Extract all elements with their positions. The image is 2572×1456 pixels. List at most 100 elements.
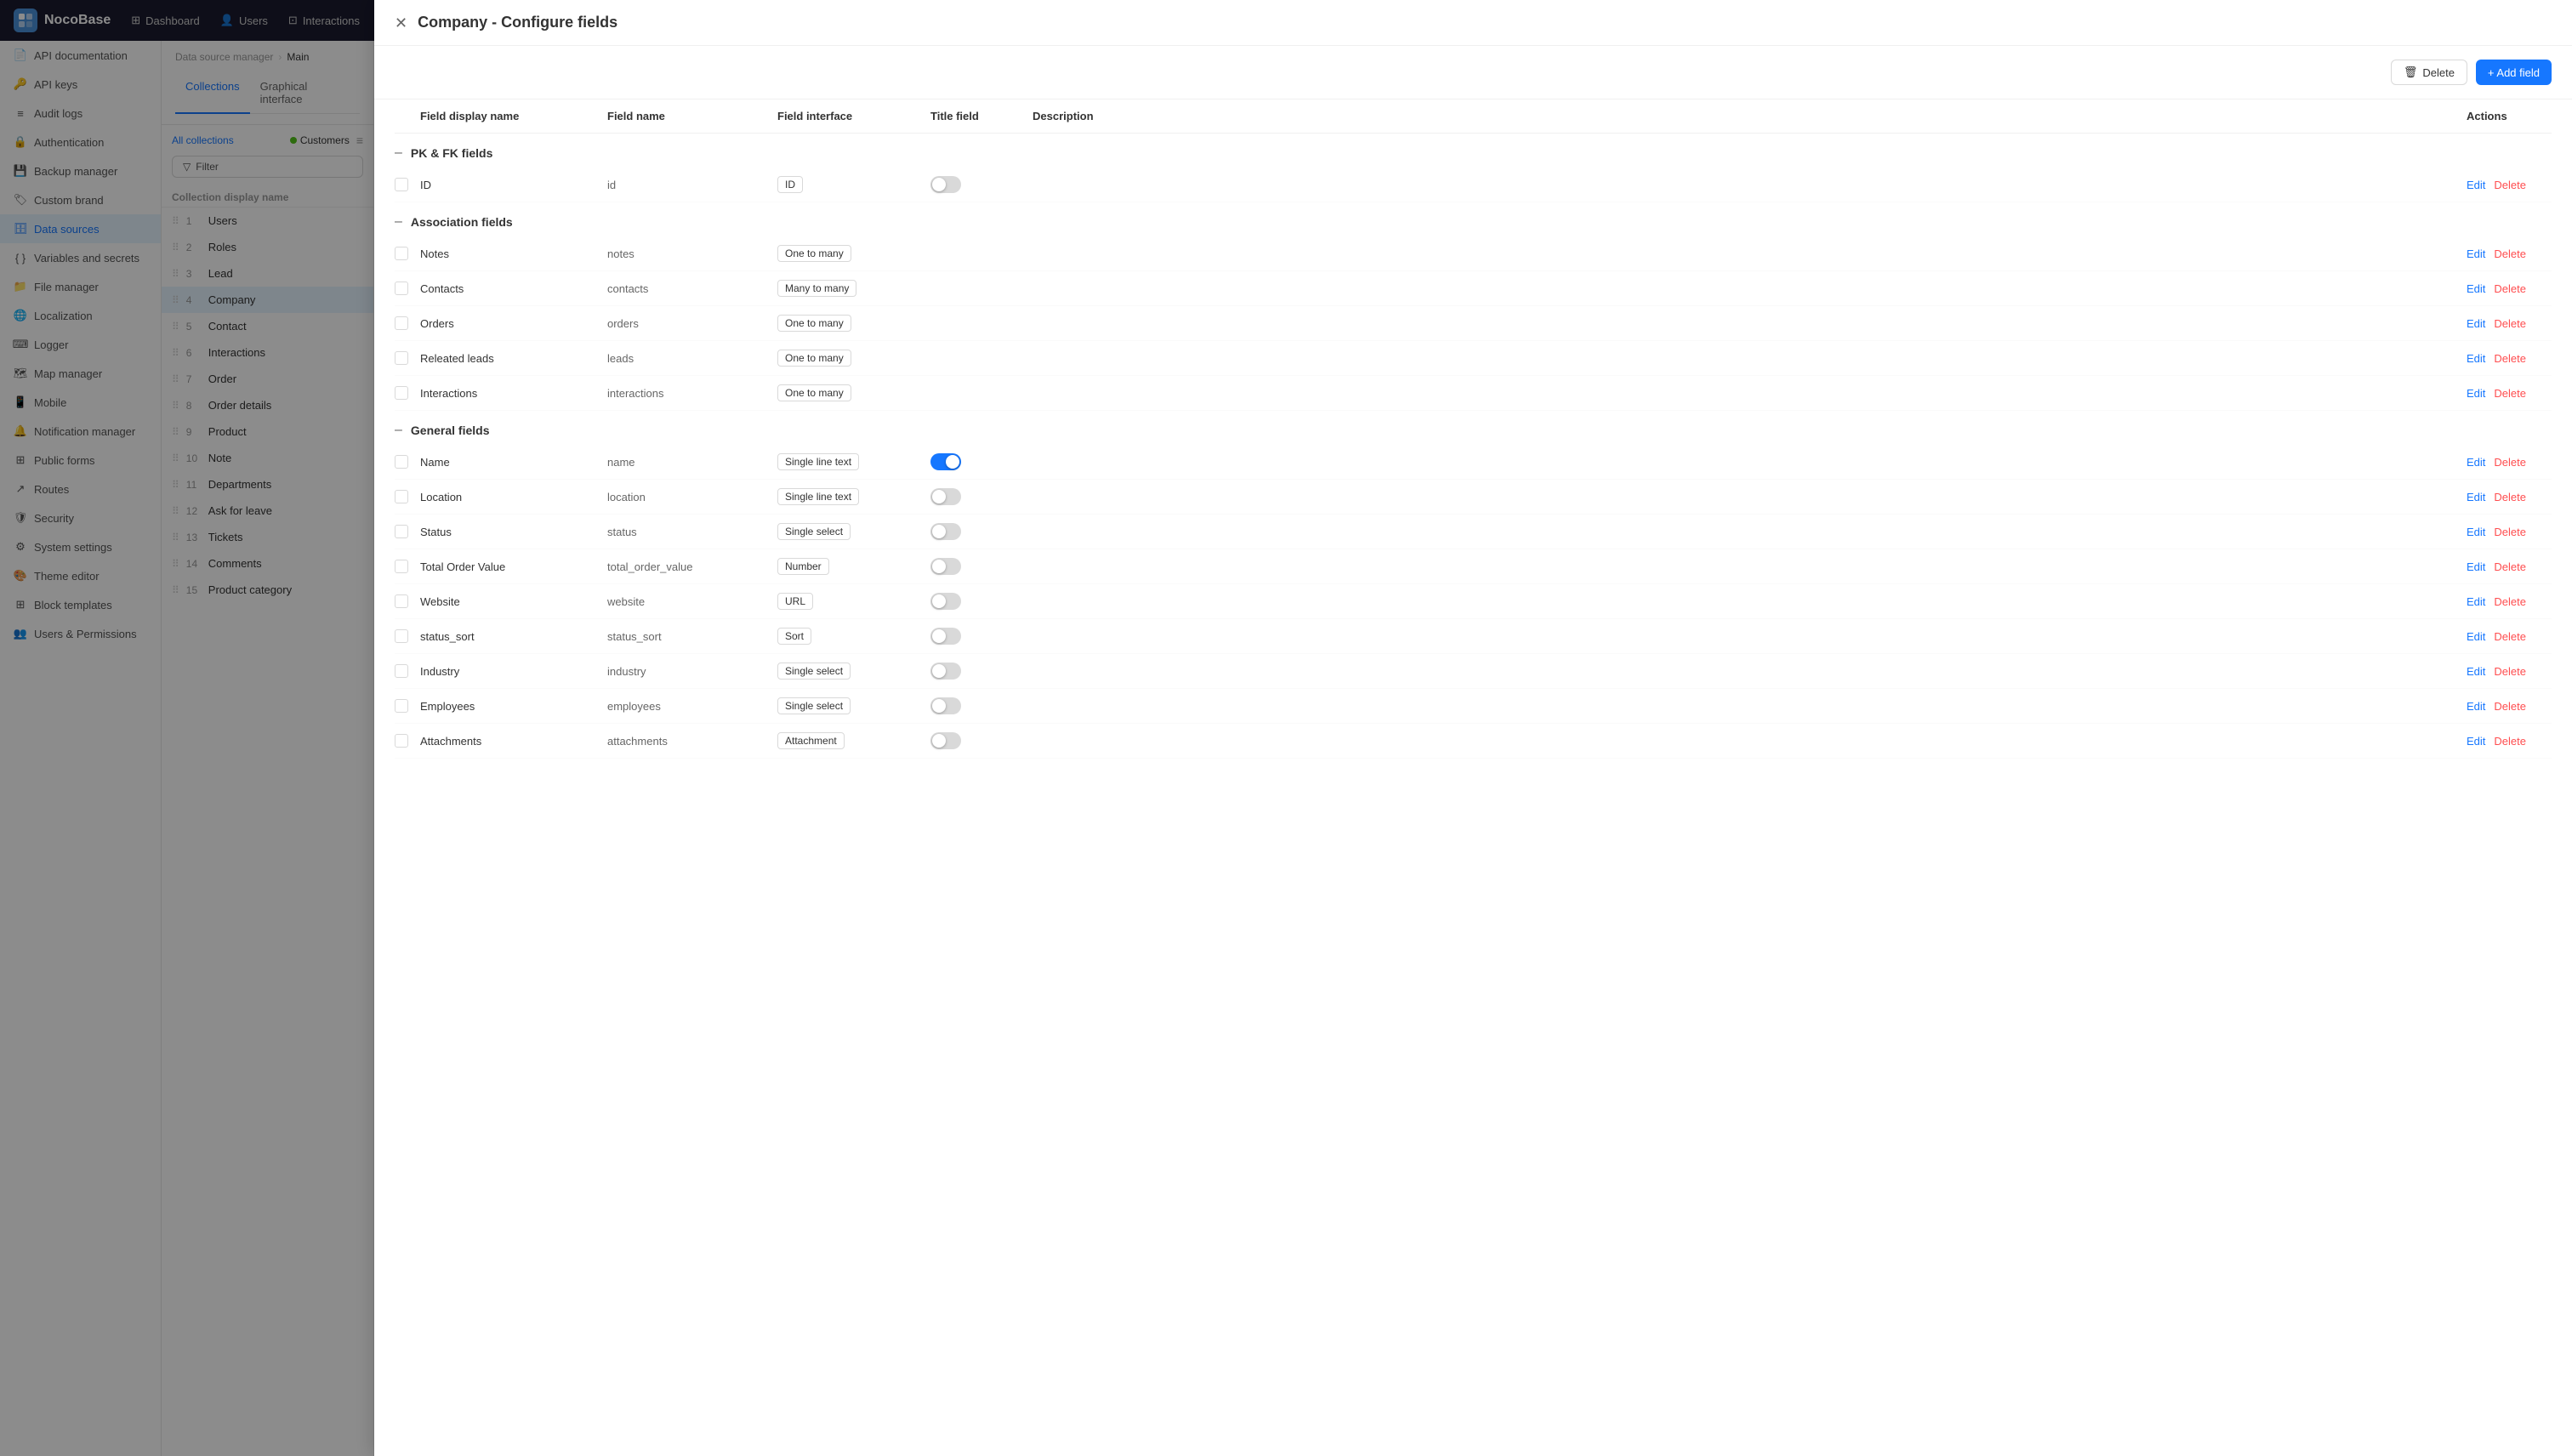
row-checkbox[interactable] [395, 247, 408, 260]
edit-button[interactable]: Edit [2467, 387, 2485, 400]
field-display-name: Industry [420, 665, 607, 678]
delete-field-button[interactable]: Delete [2494, 491, 2526, 503]
delete-button[interactable]: 🗑 Delete [2391, 60, 2467, 85]
title-field-toggle[interactable] [930, 732, 961, 749]
field-name: status [607, 526, 777, 538]
field-row: Name name Single line text Edit Delete [395, 445, 2552, 480]
actions-cell: Edit Delete [2467, 665, 2552, 678]
field-row: Total Order Value total_order_value Numb… [395, 549, 2552, 584]
field-row: Contacts contacts Many to many Edit Dele… [395, 271, 2552, 306]
row-checkbox[interactable] [395, 178, 408, 191]
table-header-row: Field display name Field name Field inte… [395, 100, 2552, 134]
edit-button[interactable]: Edit [2467, 491, 2485, 503]
edit-button[interactable]: Edit [2467, 665, 2485, 678]
title-field-toggle[interactable] [930, 558, 961, 575]
field-interface: URL [777, 593, 930, 610]
delete-field-button[interactable]: Delete [2494, 526, 2526, 538]
edit-button[interactable]: Edit [2467, 282, 2485, 295]
field-interface: Many to many [777, 280, 930, 297]
field-display-name: Status [420, 526, 607, 538]
modal-toolbar: 🗑 Delete + Add field [374, 46, 2572, 100]
delete-field-button[interactable]: Delete [2494, 735, 2526, 748]
add-field-button[interactable]: + Add field [2476, 60, 2552, 85]
field-interface: Single line text [777, 453, 930, 470]
row-checkbox[interactable] [395, 386, 408, 400]
field-row: Orders orders One to many Edit Delete [395, 306, 2552, 341]
edit-button[interactable]: Edit [2467, 317, 2485, 330]
delete-field-button[interactable]: Delete [2494, 630, 2526, 643]
edit-button[interactable]: Edit [2467, 630, 2485, 643]
delete-field-button[interactable]: Delete [2494, 387, 2526, 400]
title-field-toggle[interactable] [930, 488, 961, 505]
section-label: General fields [411, 424, 490, 437]
edit-button[interactable]: Edit [2467, 595, 2485, 608]
title-field-toggle[interactable] [930, 628, 961, 645]
delete-field-button[interactable]: Delete [2494, 665, 2526, 678]
title-field-cell [930, 558, 1033, 575]
edit-button[interactable]: Edit [2467, 700, 2485, 713]
modal-overlay[interactable]: ✕ Company - Configure fields 🗑 Delete + … [162, 41, 2572, 1456]
field-name: leads [607, 352, 777, 365]
edit-button[interactable]: Edit [2467, 179, 2485, 191]
title-field-cell [930, 663, 1033, 680]
field-interface: One to many [777, 384, 930, 401]
section-collapse[interactable]: – [395, 214, 402, 230]
delete-field-button[interactable]: Delete [2494, 179, 2526, 191]
edit-button[interactable]: Edit [2467, 352, 2485, 365]
row-checkbox[interactable] [395, 316, 408, 330]
field-row: Notes notes One to many Edit Delete [395, 236, 2552, 271]
row-checkbox[interactable] [395, 699, 408, 713]
row-checkbox[interactable] [395, 664, 408, 678]
delete-field-button[interactable]: Delete [2494, 317, 2526, 330]
edit-button[interactable]: Edit [2467, 560, 2485, 573]
row-checkbox[interactable] [395, 490, 408, 503]
row-checkbox[interactable] [395, 629, 408, 643]
section-collapse[interactable]: – [395, 145, 402, 161]
field-interface: One to many [777, 245, 930, 262]
edit-button[interactable]: Edit [2467, 526, 2485, 538]
edit-button[interactable]: Edit [2467, 456, 2485, 469]
row-checkbox[interactable] [395, 525, 408, 538]
actions-cell: Edit Delete [2467, 387, 2552, 400]
title-field-cell [930, 176, 1033, 193]
title-field-toggle[interactable] [930, 593, 961, 610]
title-field-cell [930, 593, 1033, 610]
delete-field-button[interactable]: Delete [2494, 700, 2526, 713]
actions-cell: Edit Delete [2467, 456, 2552, 469]
section-collapse[interactable]: – [395, 423, 402, 438]
title-field-toggle[interactable] [930, 176, 961, 193]
title-field-cell [930, 732, 1033, 749]
delete-field-button[interactable]: Delete [2494, 595, 2526, 608]
row-checkbox[interactable] [395, 594, 408, 608]
field-display-name: Location [420, 491, 607, 503]
row-checkbox[interactable] [395, 282, 408, 295]
field-display-name: Releated leads [420, 352, 607, 365]
actions-cell: Edit Delete [2467, 630, 2552, 643]
delete-field-button[interactable]: Delete [2494, 456, 2526, 469]
delete-field-button[interactable]: Delete [2494, 352, 2526, 365]
field-display-name: Name [420, 456, 607, 469]
field-row: Interactions interactions One to many Ed… [395, 376, 2552, 411]
title-field-toggle[interactable] [930, 663, 961, 680]
row-checkbox[interactable] [395, 351, 408, 365]
actions-cell: Edit Delete [2467, 317, 2552, 330]
field-name: id [607, 179, 777, 191]
row-checkbox[interactable] [395, 455, 408, 469]
title-field-toggle[interactable] [930, 453, 961, 470]
row-checkbox[interactable] [395, 734, 408, 748]
configure-fields-modal: ✕ Company - Configure fields 🗑 Delete + … [374, 41, 2572, 1456]
title-field-toggle[interactable] [930, 697, 961, 714]
field-name: contacts [607, 282, 777, 295]
delete-field-button[interactable]: Delete [2494, 247, 2526, 260]
edit-button[interactable]: Edit [2467, 247, 2485, 260]
title-field-cell [930, 488, 1033, 505]
delete-field-button[interactable]: Delete [2494, 560, 2526, 573]
actions-cell: Edit Delete [2467, 352, 2552, 365]
edit-button[interactable]: Edit [2467, 735, 2485, 748]
delete-field-button[interactable]: Delete [2494, 282, 2526, 295]
actions-cell: Edit Delete [2467, 595, 2552, 608]
row-checkbox[interactable] [395, 560, 408, 573]
field-row: Employees employees Single select Edit D… [395, 689, 2552, 724]
title-field-toggle[interactable] [930, 523, 961, 540]
field-display-name: Orders [420, 317, 607, 330]
